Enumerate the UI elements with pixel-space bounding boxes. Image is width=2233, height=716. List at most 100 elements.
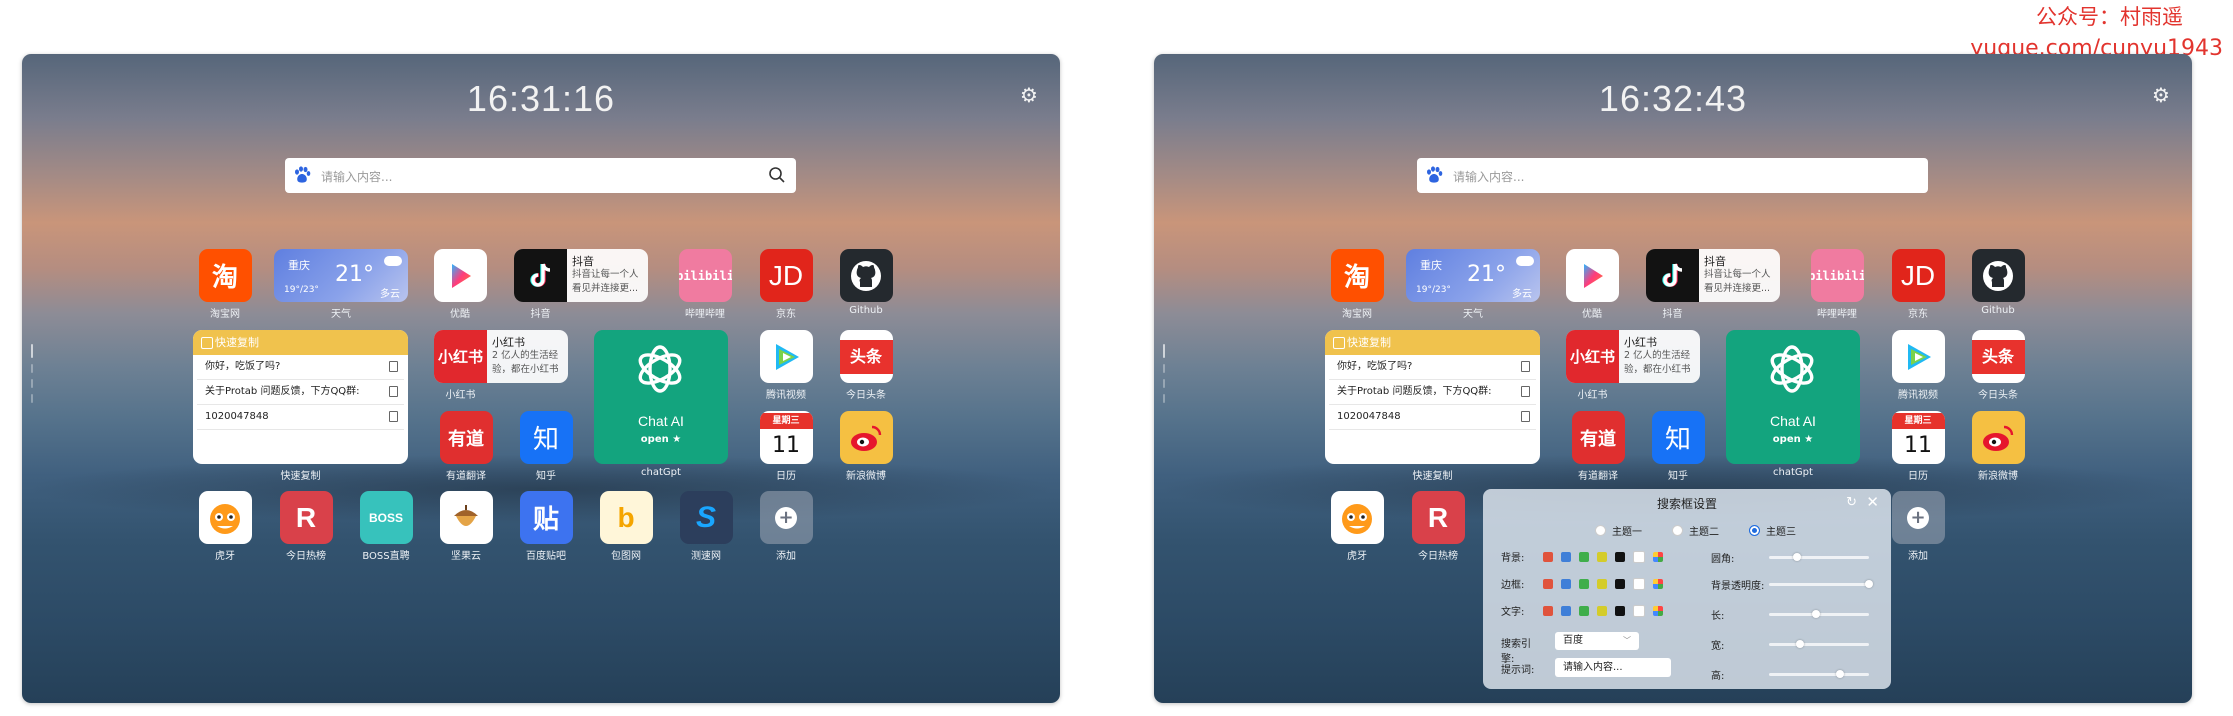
color-swatch[interactable] [1615,578,1625,589]
slider-track[interactable] [1769,670,1869,678]
color-swatch[interactable] [1561,578,1571,589]
app-rebang[interactable]: R 今日热榜 [1406,491,1470,562]
color-swatch[interactable] [1543,578,1553,589]
color-swatch[interactable] [1633,577,1645,590]
radio-button[interactable] [1595,525,1606,536]
color-swatch[interactable] [1597,578,1607,589]
app-baotu[interactable]: b 包图网 [594,491,658,562]
slider-track[interactable] [1769,610,1869,618]
copy-icon[interactable] [1521,361,1530,372]
app-add[interactable]: + 添加 [754,491,818,562]
sidebar-indicator-active[interactable] [1163,344,1165,358]
xiaohongshu-widget[interactable]: 小红书 小红书 2 亿人的生活经验，都在小红书 [1566,330,1700,383]
app-zhihu[interactable]: 知 知乎 [514,411,578,482]
color-swatch[interactable] [1561,605,1571,616]
color-swatch[interactable] [1633,604,1645,617]
color-swatch[interactable] [1543,605,1553,616]
app-bilibili[interactable]: bilibili 哔哩哔哩 [673,249,737,320]
search-input[interactable]: 请输入内容... [321,168,392,185]
app-boss[interactable]: BOSS BOSS直聘 [354,491,418,562]
xiaohongshu-widget[interactable]: 小红书 小红书 2 亿人的生活经验，都在小红书 [434,330,568,383]
app-github[interactable]: Github [834,249,898,316]
sidebar-indicator[interactable] [31,394,33,403]
color-swatch[interactable] [1633,550,1645,563]
chatgpt-open-button[interactable]: open ★ [1726,434,1860,445]
color-swatch[interactable] [1579,605,1589,616]
slider-handle[interactable] [1836,670,1845,678]
copy-row[interactable]: 关于Protab 问题反馈，下方QQ群: [197,380,404,405]
app-cesu[interactable]: S 测速网 [674,491,738,562]
app-toutiao[interactable]: 头条 今日头条 [834,330,898,401]
sidebar-indicator[interactable] [31,379,33,388]
chatgpt-open-button[interactable]: open ★ [594,434,728,445]
app-jianguoyun[interactable]: 坚果云 [434,491,498,562]
search-input[interactable]: 请输入内容... [1453,168,1524,185]
app-tencent-video[interactable]: 腾讯视频 [1886,330,1950,401]
sidebar-indicator[interactable] [1163,364,1165,373]
chatgpt-widget[interactable]: Chat AI open ★ [594,330,728,464]
app-bilibili[interactable]: bilibili 哔哩哔哩 [1805,249,1869,320]
copy-icon[interactable] [1521,386,1530,397]
quick-copy-widget[interactable]: 快速复制 你好，吃饭了吗? 关于Protab 问题反馈，下方QQ群: 10200… [193,330,408,464]
slider-handle[interactable] [1865,580,1873,588]
color-swatch[interactable] [1561,551,1571,562]
douyin-widget[interactable]: 抖音 抖音让每一个人看见并连接更... [514,249,648,302]
hint-input[interactable]: 请输入内容... [1555,658,1671,677]
app-youku[interactable]: 优酷 [1560,249,1624,320]
copy-row[interactable]: 你好，吃饭了吗? [197,355,404,380]
app-taobao[interactable]: 淘 淘宝网 [1325,249,1389,320]
sidebar-indicator[interactable] [1163,379,1165,388]
app-youku[interactable]: 优酷 [428,249,492,320]
sidebar-indicator[interactable] [31,364,33,373]
slider-track[interactable] [1769,580,1873,588]
app-jd[interactable]: JD 京东 [754,249,818,320]
slider-handle[interactable] [1795,640,1804,648]
app-jd[interactable]: JD 京东 [1886,249,1950,320]
app-zhihu[interactable]: 知 知乎 [1646,411,1710,482]
app-weibo[interactable]: 新浪微博 [1966,411,2030,482]
copy-icon[interactable] [1521,411,1530,422]
engine-select[interactable]: 百度 ﹀ [1555,632,1639,650]
copy-row[interactable]: 1020047848 [1329,405,1536,430]
copy-icon[interactable] [389,411,398,422]
weather-widget[interactable]: 重庆 21° 19°/23° 多云 [1406,249,1540,302]
app-rebang[interactable]: R 今日热榜 [274,491,338,562]
chatgpt-widget[interactable]: Chat AI open ★ [1726,330,1860,464]
radio-button[interactable] [1672,525,1683,536]
color-swatch[interactable] [1615,551,1625,562]
color-swatch[interactable] [1579,551,1589,562]
sidebar-indicator[interactable] [1163,394,1165,403]
app-toutiao[interactable]: 头条 今日头条 [1966,330,2030,401]
palette-icon[interactable] [1653,605,1663,616]
theme-option-2[interactable]: 主题二 [1672,523,1719,538]
app-calendar[interactable]: 星期三 11 日历 [1886,411,1950,482]
weather-widget[interactable]: 重庆 21° 19°/23° 多云 [274,249,408,302]
palette-icon[interactable] [1653,551,1663,562]
douyin-widget[interactable]: 抖音 抖音让每一个人看见并连接更... [1646,249,1780,302]
reset-icon[interactable]: ↻ [1846,495,1857,510]
slider-track[interactable] [1769,640,1869,648]
radio-button-selected[interactable] [1749,525,1760,536]
app-github[interactable]: Github [1966,249,2030,316]
copy-row[interactable]: 关于Protab 问题反馈，下方QQ群: [1329,380,1536,405]
copy-row[interactable]: 你好，吃饭了吗? [1329,355,1536,380]
color-swatch[interactable] [1597,551,1607,562]
app-huya[interactable]: 虎牙 [193,491,257,562]
app-tieba[interactable]: 贴 百度贴吧 [514,491,578,562]
slider-handle[interactable] [1812,610,1821,618]
color-swatch[interactable] [1615,605,1625,616]
search-bar[interactable]: 请输入内容... [285,158,796,193]
close-icon[interactable]: ✕ [1866,493,1879,511]
palette-icon[interactable] [1653,578,1663,589]
app-calendar[interactable]: 星期三 11 日历 [754,411,818,482]
color-swatch[interactable] [1543,551,1553,562]
copy-icon[interactable] [389,361,398,372]
app-weibo[interactable]: 新浪微博 [834,411,898,482]
copy-icon[interactable] [389,386,398,397]
copy-row[interactable]: 1020047848 [197,405,404,430]
slider-track[interactable] [1769,553,1869,561]
app-huya[interactable]: 虎牙 [1325,491,1389,562]
color-swatch[interactable] [1579,578,1589,589]
sidebar-indicator-active[interactable] [31,344,33,358]
quick-copy-widget[interactable]: 快速复制 你好，吃饭了吗? 关于Protab 问题反馈，下方QQ群: 10200… [1325,330,1540,464]
